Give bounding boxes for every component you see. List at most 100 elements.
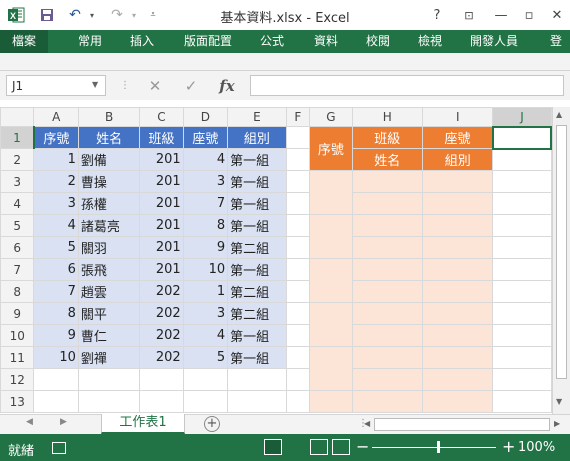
table-header-cell[interactable]: 座號 [182, 126, 229, 149]
form-seq-cell[interactable] [309, 302, 353, 347]
table-cell[interactable]: 201 [139, 192, 184, 215]
row-header[interactable]: 5 [0, 214, 35, 237]
table-cell[interactable]: 第一組 [227, 192, 287, 215]
table-cell[interactable]: 第一組 [227, 214, 287, 237]
table-cell[interactable]: 4 [33, 214, 79, 237]
undo-dropdown-icon[interactable]: ▾ [86, 5, 98, 25]
form-cell[interactable] [421, 214, 494, 237]
table-cell[interactable]: 劉備 [77, 148, 141, 171]
form-cell[interactable] [421, 390, 494, 413]
zoom-level[interactable]: 100% [518, 440, 555, 455]
form-cell[interactable] [351, 192, 424, 215]
sheet-prev-icon[interactable]: ◀ [26, 417, 33, 427]
tab-signin[interactable]: 登 [546, 30, 566, 53]
table-cell[interactable]: 第一組 [227, 324, 287, 347]
table-cell[interactable]: 第一組 [227, 148, 287, 171]
redo-icon[interactable]: ↷ [106, 5, 128, 25]
horizontal-scrollbar[interactable] [374, 418, 550, 431]
column-header[interactable]: B [77, 107, 141, 127]
form-cell[interactable] [351, 214, 424, 237]
column-header[interactable]: F [285, 107, 311, 127]
table-cell[interactable]: 張飛 [77, 258, 141, 281]
close-button[interactable]: ✕ [546, 4, 568, 26]
cell[interactable] [285, 346, 311, 369]
table-cell[interactable]: 201 [139, 214, 184, 237]
column-header[interactable]: I [421, 107, 494, 127]
form-group-header[interactable]: 組別 [421, 148, 494, 171]
table-cell[interactable]: 第二組 [227, 280, 287, 303]
form-seq-cell[interactable] [309, 258, 353, 303]
table-cell[interactable]: 201 [139, 236, 184, 259]
cell[interactable] [182, 368, 229, 391]
row-header[interactable]: 13 [0, 390, 35, 413]
tab-insert[interactable]: 插入 [124, 30, 160, 53]
form-cell[interactable] [421, 324, 494, 347]
row-header[interactable]: 11 [0, 346, 35, 369]
undo-icon[interactable]: ↶ [64, 5, 86, 25]
cell[interactable] [285, 236, 311, 259]
insert-function-icon[interactable]: fx [216, 76, 238, 96]
cell[interactable] [139, 368, 184, 391]
cell[interactable] [492, 148, 552, 171]
minimize-button[interactable]: — [490, 4, 512, 26]
table-cell[interactable]: 4 [182, 324, 229, 347]
customize-toolbar-icon[interactable]: ⩡ [146, 5, 160, 25]
column-header[interactable]: A [33, 107, 79, 127]
table-cell[interactable]: 202 [139, 324, 184, 347]
row-header[interactable]: 9 [0, 302, 35, 325]
table-header-cell[interactable]: 組別 [227, 126, 287, 149]
form-cell[interactable] [351, 236, 424, 259]
cell[interactable] [285, 192, 311, 215]
sheet-table[interactable]: A B C D E F G H I J 1 序號 姓名 班級 座號 組別 序號 … [0, 107, 552, 413]
page-break-view-icon[interactable] [332, 439, 350, 455]
form-cell[interactable] [421, 368, 494, 391]
tab-data[interactable]: 資料 [308, 30, 344, 53]
table-cell[interactable]: 諸葛亮 [77, 214, 141, 237]
table-cell[interactable]: 第一組 [227, 346, 287, 369]
row-header[interactable]: 6 [0, 236, 35, 259]
cell[interactable] [492, 390, 552, 413]
cell[interactable] [285, 390, 311, 413]
form-seq-cell[interactable] [309, 346, 353, 391]
select-all-corner[interactable] [0, 107, 35, 127]
row-header[interactable]: 10 [0, 324, 35, 347]
form-cell[interactable] [421, 302, 494, 325]
table-cell[interactable]: 10 [33, 346, 79, 369]
form-cell[interactable] [421, 258, 494, 281]
formula-input[interactable] [250, 75, 564, 96]
cell[interactable] [77, 390, 141, 413]
column-header[interactable]: H [351, 107, 424, 127]
table-cell[interactable]: 1 [33, 148, 79, 171]
cell[interactable] [492, 280, 552, 303]
table-cell[interactable]: 第一組 [227, 170, 287, 193]
table-cell[interactable]: 關平 [77, 302, 141, 325]
cell[interactable] [285, 258, 311, 281]
form-cell[interactable] [351, 324, 424, 347]
table-cell[interactable]: 202 [139, 280, 184, 303]
table-cell[interactable]: 8 [33, 302, 79, 325]
table-cell[interactable]: 201 [139, 148, 184, 171]
cell[interactable] [285, 302, 311, 325]
column-header[interactable]: D [182, 107, 229, 127]
table-cell[interactable]: 5 [182, 346, 229, 369]
maximize-icon[interactable]: ▫ [518, 4, 540, 26]
table-cell[interactable]: 1 [182, 280, 229, 303]
zoom-in-button[interactable]: + [502, 437, 515, 456]
column-header[interactable]: C [139, 107, 184, 127]
table-cell[interactable]: 劉禪 [77, 346, 141, 369]
table-cell[interactable]: 第二組 [227, 302, 287, 325]
cell[interactable] [227, 390, 287, 413]
vertical-scrollbar[interactable]: ▲ ▼ [552, 107, 570, 414]
table-cell[interactable]: 9 [33, 324, 79, 347]
form-cell[interactable] [351, 170, 424, 193]
form-seq-cell[interactable] [309, 170, 353, 215]
column-header[interactable]: G [309, 107, 353, 127]
table-cell[interactable]: 201 [139, 258, 184, 281]
page-layout-view-icon[interactable] [310, 439, 328, 455]
tab-view[interactable]: 檢視 [412, 30, 448, 53]
table-cell[interactable]: 202 [139, 302, 184, 325]
form-cell[interactable] [351, 390, 424, 413]
cell[interactable] [285, 148, 311, 171]
form-cell[interactable] [421, 346, 494, 369]
form-name-header[interactable]: 姓名 [351, 148, 424, 171]
